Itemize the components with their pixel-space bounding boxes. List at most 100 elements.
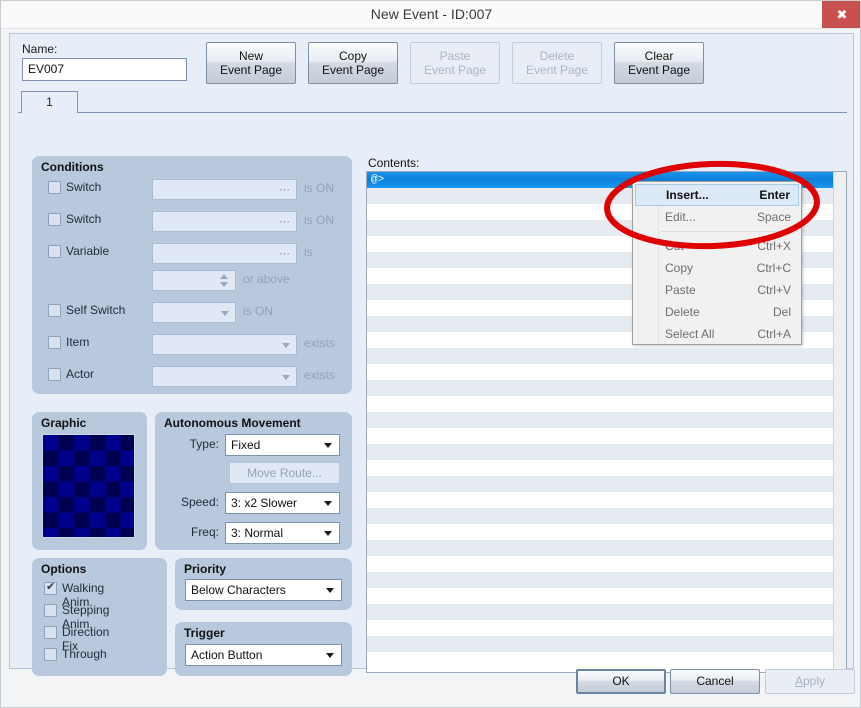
context-menu-item-insert[interactable]: Insert... Enter <box>635 184 799 206</box>
switch-2-checkbox[interactable] <box>48 213 61 226</box>
through-checkbox[interactable] <box>44 648 57 661</box>
walking-anim-checkbox[interactable] <box>44 580 57 595</box>
contents-row[interactable] <box>367 348 846 364</box>
movement-freq-label: Freq: <box>190 525 219 539</box>
switch-2-label: Switch <box>66 212 102 226</box>
chevron-down-icon <box>326 588 334 593</box>
context-menu-item-accelerator: Ctrl+V <box>757 283 791 297</box>
context-menu-item-accelerator: Ctrl+C <box>756 261 791 275</box>
context-menu-item-label: Copy <box>665 261 694 275</box>
contents-row[interactable] <box>367 652 846 668</box>
contents-row[interactable] <box>367 524 846 540</box>
name-input[interactable]: EV007 <box>22 58 187 81</box>
context-menu-item-label: Delete <box>665 305 700 319</box>
switch-1-label: Switch <box>66 180 102 194</box>
actor-label: Actor <box>66 367 95 381</box>
contents-row[interactable] <box>367 540 846 556</box>
condition-row-self-switch: Self Switch is ON <box>32 300 352 324</box>
actor-checkbox[interactable] <box>48 368 61 381</box>
item-suffix: exists <box>304 336 335 350</box>
window-title: New Event - ID:007 <box>370 6 493 22</box>
contents-row[interactable] <box>367 588 846 604</box>
trigger-title: Trigger <box>184 626 225 640</box>
stepping-anim-checkbox[interactable] <box>44 604 57 617</box>
item-label: Item <box>66 335 90 349</box>
chevron-down-icon <box>221 311 229 316</box>
tab-page-1[interactable]: 1 <box>21 91 78 113</box>
self-switch-combo[interactable] <box>152 302 236 323</box>
cancel-button[interactable]: Cancel <box>670 669 760 694</box>
move-route-button: Move Route... <box>229 462 340 484</box>
chevron-down-icon <box>326 653 334 658</box>
contents-row[interactable] <box>367 396 846 412</box>
contents-row[interactable] <box>367 620 846 636</box>
contents-row[interactable] <box>367 508 846 524</box>
ellipsis-icon: ⋯ <box>279 248 291 260</box>
contents-row[interactable] <box>367 492 846 508</box>
contents-row[interactable] <box>367 412 846 428</box>
variable-suffix: is <box>304 245 313 259</box>
contents-row-text: @> <box>371 174 385 186</box>
ellipsis-icon: ⋯ <box>279 184 291 196</box>
spinner-up-icon[interactable] <box>220 274 228 279</box>
context-menu-item-label: Paste <box>665 283 696 297</box>
movement-freq-combo[interactable]: 3: Normal <box>225 522 340 544</box>
self-switch-checkbox[interactable] <box>48 304 61 317</box>
paste-event-page-button: Paste Event Page <box>410 42 500 84</box>
trigger-combo[interactable]: Action Button <box>185 644 342 666</box>
context-menu-item-accelerator: Del <box>772 305 791 319</box>
contents-row[interactable] <box>367 428 846 444</box>
movement-type-combo[interactable]: Fixed <box>225 434 340 456</box>
spinner-down-icon[interactable] <box>220 282 228 287</box>
item-checkbox[interactable] <box>48 336 61 349</box>
chevron-down-icon <box>282 343 290 348</box>
clear-event-page-button[interactable]: Clear Event Page <box>614 42 704 84</box>
copy-event-page-button[interactable]: Copy Event Page <box>308 42 398 84</box>
variable-field[interactable]: ⋯ <box>152 243 297 264</box>
contents-row[interactable] <box>367 444 846 460</box>
contents-row[interactable] <box>367 380 846 396</box>
contents-row[interactable] <box>367 604 846 620</box>
event-page-tabstrip: 1 <box>18 91 847 113</box>
item-combo[interactable] <box>152 334 297 355</box>
priority-title: Priority <box>184 562 227 576</box>
apply-button: Apply <box>765 669 855 694</box>
close-icon[interactable]: ✖ <box>822 1 860 28</box>
actor-combo[interactable] <box>152 366 297 387</box>
new-event-page-button[interactable]: New Event Page <box>206 42 296 84</box>
ellipsis-icon: ⋯ <box>279 216 291 228</box>
context-menu-item-accelerator: Space <box>756 210 791 224</box>
context-menu[interactable]: Insert... Enter Edit... Space Cut Ctrl+X Copy C… <box>632 181 802 345</box>
ok-button[interactable]: OK <box>576 669 666 694</box>
autonomous-movement-title: Autonomous Movement <box>164 416 301 430</box>
delete-event-page-button: Delete Event Page <box>512 42 602 84</box>
contents-row[interactable] <box>367 556 846 572</box>
movement-speed-combo[interactable]: 3: x2 Slower <box>225 492 340 514</box>
contents-row[interactable] <box>367 476 846 492</box>
contents-row[interactable] <box>367 572 846 588</box>
context-menu-item-label: Edit... <box>665 210 696 224</box>
context-menu-item-copy: Copy Ctrl+C <box>635 257 799 279</box>
contents-row[interactable] <box>367 460 846 476</box>
context-menu-item-label: Insert... <box>666 188 709 202</box>
contents-row[interactable] <box>367 364 846 380</box>
movement-speed-value: 3: x2 Slower <box>231 496 298 510</box>
switch-1-suffix: is ON <box>304 181 334 195</box>
switch-2-field[interactable]: ⋯ <box>152 211 297 232</box>
variable-value-stepper[interactable] <box>152 270 236 291</box>
graphic-preview[interactable] <box>42 434 135 538</box>
contents-scrollbar[interactable] <box>833 172 846 672</box>
conditions-group: Conditions Switch ⋯ is ON Switch ⋯ is ON <box>32 156 352 394</box>
variable-label: Variable <box>66 244 110 258</box>
variable-checkbox[interactable] <box>48 245 61 258</box>
direction-fix-checkbox[interactable] <box>44 626 57 639</box>
context-menu-item-label: Select All <box>665 327 715 341</box>
context-menu-item-accelerator: Ctrl+X <box>757 239 791 253</box>
switch-1-checkbox[interactable] <box>48 181 61 194</box>
dialog-body: Name: EV007 New Event Page Copy Event Pa… <box>9 33 854 676</box>
event-editor-window: New Event - ID:007 ✖ Name: EV007 New Eve… <box>0 0 861 708</box>
priority-combo[interactable]: Below Characters <box>185 579 342 601</box>
switch-1-field[interactable]: ⋯ <box>152 179 297 200</box>
variable-value-suffix: or above <box>243 272 290 286</box>
contents-row[interactable] <box>367 636 846 652</box>
